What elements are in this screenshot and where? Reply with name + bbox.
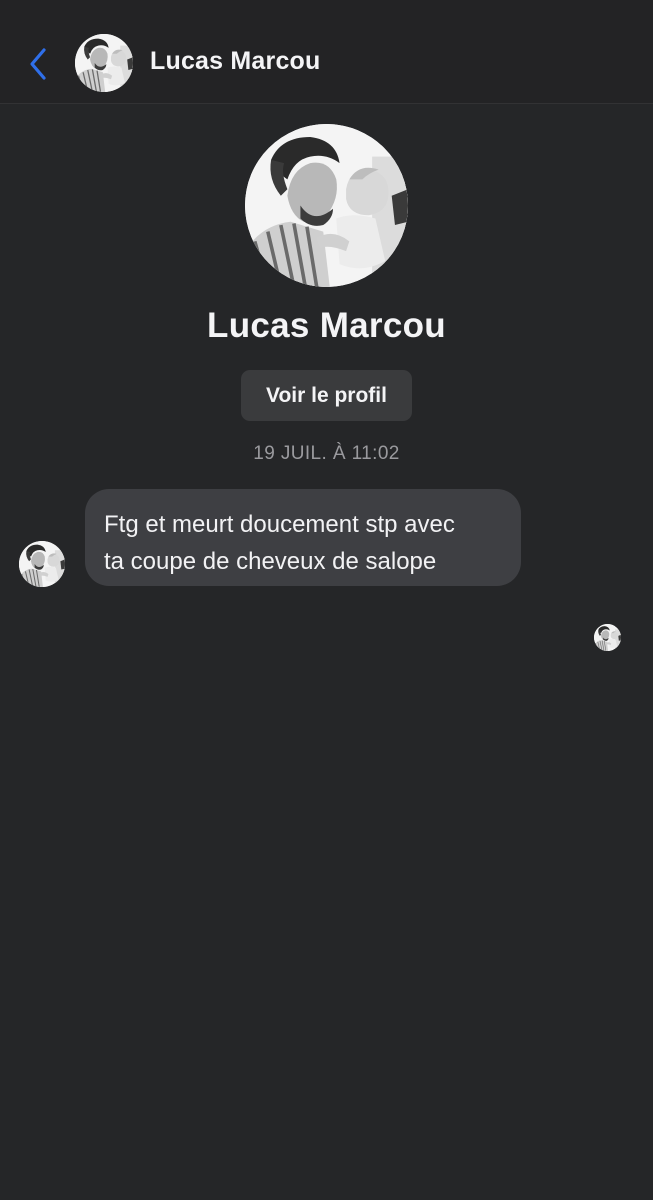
profile-avatar: [245, 124, 408, 287]
avatar-image: [19, 541, 65, 587]
message-text-line: Ftg et meurt doucement stp avec: [104, 511, 455, 538]
header-avatar[interactable]: [75, 34, 133, 92]
avatar-image: [594, 624, 621, 651]
message-sender-avatar: [19, 541, 65, 587]
message-timestamp: 19 JUIL. À 11:02: [253, 443, 400, 464]
avatar-image: [75, 34, 133, 92]
chat-header: Lucas Marcou: [0, 0, 653, 104]
seen-indicator-avatar: [594, 624, 621, 651]
view-profile-button[interactable]: Voir le profil: [241, 370, 412, 421]
message-bubble[interactable]: Ftg et meurt doucement stp avec ta coupe…: [85, 489, 521, 586]
chevron-left-icon: [30, 48, 46, 80]
profile-name: Lucas Marcou: [207, 306, 446, 345]
message-text-line: ta coupe de cheveux de salope: [104, 548, 437, 575]
avatar-image: [245, 124, 408, 287]
back-button[interactable]: [22, 44, 54, 84]
header-contact-name[interactable]: Lucas Marcou: [150, 47, 321, 76]
